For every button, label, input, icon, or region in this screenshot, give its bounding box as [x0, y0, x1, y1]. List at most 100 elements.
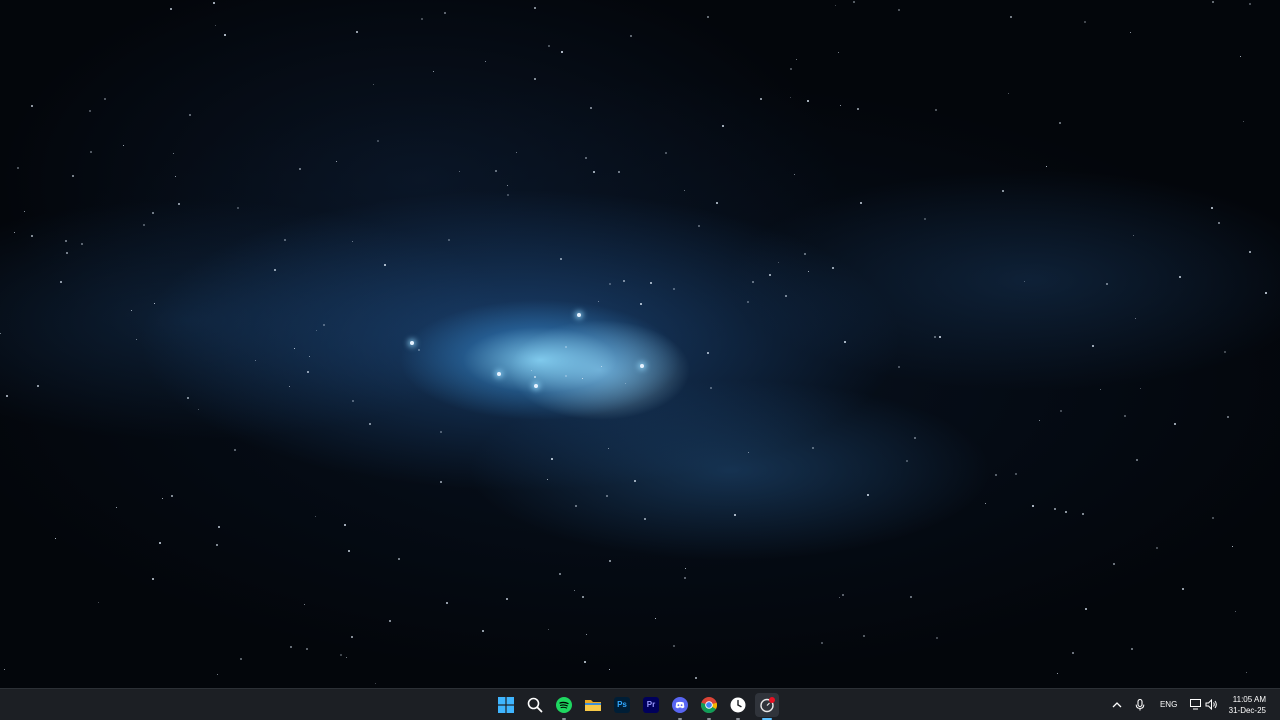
star — [559, 573, 561, 575]
star — [548, 629, 549, 630]
network-button[interactable] — [1189, 693, 1203, 717]
star — [906, 460, 908, 462]
clock-date[interactable]: 11:05 AM 31-Dec-25 — [1229, 694, 1266, 716]
star — [898, 9, 900, 11]
star — [240, 658, 242, 660]
star — [534, 7, 536, 9]
star — [821, 642, 823, 644]
star — [584, 661, 586, 663]
system-tray: ENG 11:05 AM 31-Dec-25 — [1109, 689, 1280, 720]
premiere-icon: Pr — [643, 696, 659, 713]
star — [1232, 546, 1233, 547]
running-indicator — [736, 717, 740, 720]
star — [81, 243, 83, 245]
star — [1235, 611, 1236, 612]
star — [838, 52, 839, 53]
star — [421, 18, 423, 20]
discord-button[interactable] — [668, 693, 692, 720]
star — [1092, 345, 1094, 347]
bright-star — [410, 341, 414, 345]
star — [898, 366, 900, 368]
network-icon — [1189, 699, 1201, 710]
star — [224, 34, 226, 36]
star — [309, 356, 310, 357]
star — [485, 61, 486, 62]
star — [1227, 416, 1229, 418]
star — [1179, 276, 1181, 278]
star — [1015, 473, 1017, 475]
star — [237, 207, 239, 209]
star — [590, 107, 592, 109]
star — [575, 505, 577, 507]
star — [482, 630, 484, 632]
star — [89, 110, 91, 112]
language-indicator[interactable]: ENG — [1155, 693, 1183, 717]
star-field — [0, 0, 1280, 688]
active-indicator — [762, 717, 772, 720]
app-icon — [760, 696, 775, 712]
star — [440, 431, 442, 433]
star — [609, 669, 610, 670]
discord-icon — [672, 696, 688, 713]
star — [1140, 388, 1141, 389]
star — [995, 474, 997, 476]
star — [551, 458, 553, 460]
star — [516, 152, 517, 153]
desktop-wallpaper — [0, 0, 1280, 688]
star — [804, 253, 806, 255]
star — [924, 218, 926, 220]
star — [601, 366, 602, 367]
star — [389, 620, 391, 622]
star — [1136, 459, 1138, 461]
star — [346, 657, 347, 658]
file-explorer-button[interactable] — [581, 693, 605, 717]
star — [217, 674, 218, 675]
star — [934, 336, 936, 338]
star — [807, 100, 809, 102]
spotify-button[interactable] — [552, 693, 576, 720]
photoshop-button[interactable]: Ps — [610, 693, 634, 717]
star — [734, 514, 736, 516]
star — [1249, 251, 1251, 253]
star — [152, 578, 154, 580]
volume-button[interactable] — [1205, 693, 1219, 717]
star — [585, 157, 587, 159]
star — [985, 503, 986, 504]
star — [55, 538, 56, 539]
star — [698, 225, 700, 227]
star — [582, 378, 583, 379]
star — [1082, 513, 1084, 515]
clock-app-button[interactable] — [726, 693, 750, 720]
star — [356, 31, 358, 33]
star — [143, 224, 145, 226]
star — [655, 618, 656, 619]
start-button[interactable] — [494, 693, 518, 717]
star — [609, 560, 611, 562]
star — [547, 479, 548, 480]
star — [440, 481, 442, 483]
star — [1046, 166, 1047, 167]
star — [154, 303, 155, 304]
star — [340, 654, 342, 656]
star — [640, 303, 642, 305]
tray-overflow-button[interactable] — [1109, 693, 1125, 717]
search-button[interactable] — [523, 693, 547, 717]
star — [171, 495, 173, 497]
microphone-button[interactable] — [1131, 693, 1149, 717]
star — [173, 153, 174, 154]
windows-logo-icon — [498, 696, 514, 713]
premiere-button[interactable]: Pr — [639, 693, 663, 717]
star — [459, 171, 460, 172]
star — [794, 174, 795, 175]
star — [608, 448, 609, 449]
star — [170, 8, 172, 10]
chrome-button[interactable] — [697, 693, 721, 720]
star — [1156, 547, 1158, 549]
star — [531, 370, 532, 371]
star — [377, 140, 379, 142]
star — [812, 447, 814, 449]
active-app-button[interactable] — [755, 692, 779, 720]
star — [1135, 318, 1136, 319]
star — [216, 544, 218, 546]
star — [695, 677, 697, 679]
